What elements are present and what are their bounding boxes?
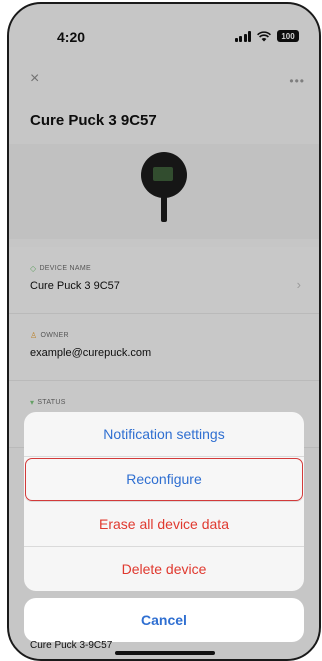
wifi-icon [257,30,271,42]
status-bar: 4:20 100 [9,4,319,59]
device-cable [161,196,167,222]
more-icon[interactable]: ••• [289,74,305,88]
notification-settings-button[interactable]: Notification settings [24,412,304,457]
close-icon[interactable]: × [30,70,39,88]
status-label: ▾ STATUS [30,398,66,407]
device-name-label: ◇ DEVICE NAME [30,264,91,273]
cancel-button[interactable]: Cancel [24,598,304,642]
status-icons: 100 [234,30,299,42]
delete-device-button[interactable]: Delete device [24,547,304,591]
device-image [141,152,187,198]
person-icon: ♙ [30,331,38,340]
battery-icon: 100 [277,30,299,42]
status-time: 4:20 [57,29,86,45]
signal-icon [234,30,251,42]
device-screen [153,167,173,181]
owner-value: example@curepuck.com [30,347,152,359]
wifi-icon: ▾ [30,398,35,407]
device-image-panel [9,144,319,239]
nav-row: × ••• [9,70,319,92]
owner-row: ♙ OWNER example@curepuck.com [9,314,319,381]
phone-frame: 4:20 100 × ••• Cure Puck 3 9C57 ◇ DEVICE… [7,2,321,661]
erase-device-data-button[interactable]: Erase all device data [24,502,304,547]
device-name-row[interactable]: ◇ DEVICE NAME Cure Puck 3 9C57 › [9,247,319,314]
owner-label: ♙ OWNER [30,331,69,340]
chevron-right-icon: › [296,277,301,292]
action-sheet: Notification settings Reconfigure Erase … [24,412,304,642]
page-title: Cure Puck 3 9C57 [30,112,157,129]
reconfigure-button[interactable]: Reconfigure [24,457,304,502]
action-group: Notification settings Reconfigure Erase … [24,412,304,591]
bottom-peek-text: Cure Puck 3-9C57 [30,640,113,651]
shield-icon: ◇ [30,264,37,273]
device-name-value: Cure Puck 3 9C57 [30,280,120,292]
home-indicator[interactable] [115,651,215,655]
